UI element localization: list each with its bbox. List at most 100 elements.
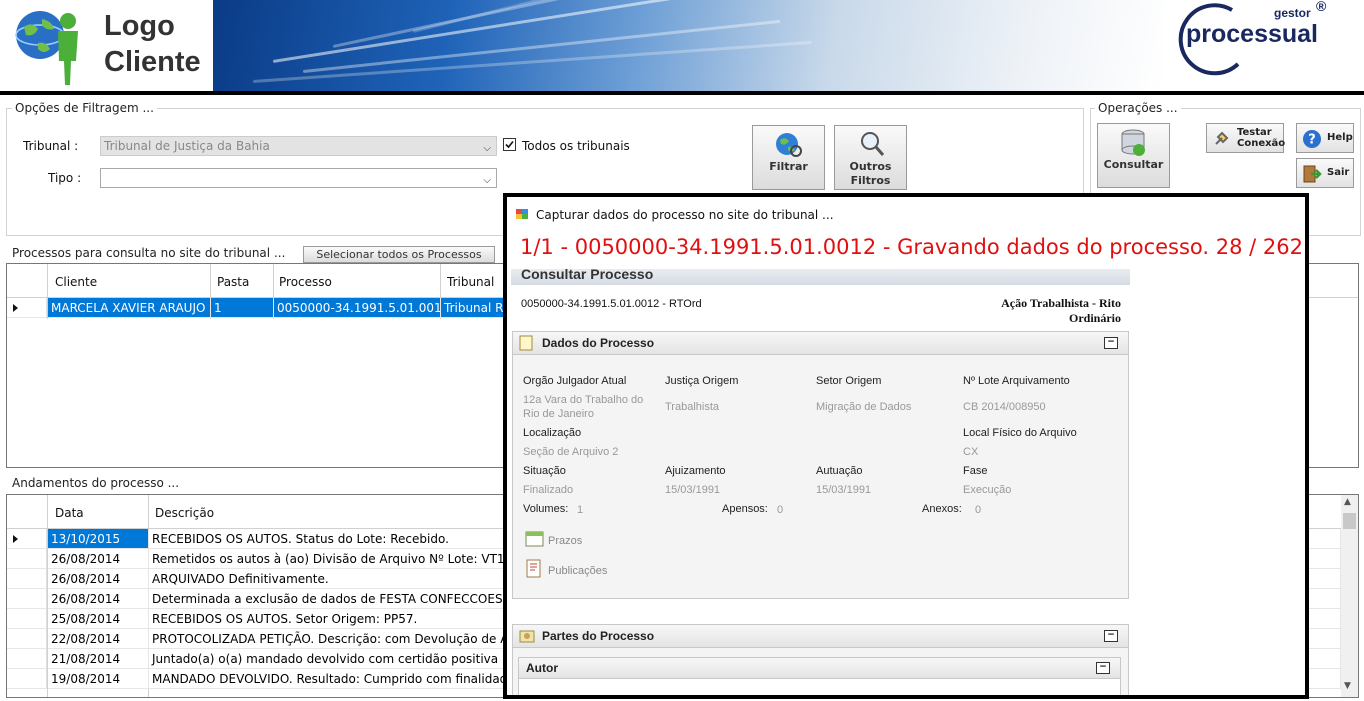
cell-data[interactable]: 26/08/2014	[48, 549, 149, 569]
row-header[interactable]	[7, 649, 47, 669]
processes-group-title: Processos para consulta no site do tribu…	[12, 246, 286, 260]
cell-cliente[interactable]: MARCELA XAVIER ARAUJO	[48, 298, 211, 318]
checkmark-icon	[505, 140, 514, 149]
cell-data[interactable]: 26/08/2014	[48, 589, 149, 609]
cell-data[interactable]: 19/08/2014	[48, 669, 149, 689]
row-header[interactable]	[7, 629, 47, 649]
consultar-button[interactable]: Consultar	[1097, 123, 1170, 188]
process-reference: 0050000-34.1991.5.01.0012 - RTOrd	[521, 298, 702, 310]
row-header[interactable]	[7, 529, 47, 549]
row-header[interactable]	[7, 609, 47, 629]
partes-section-header[interactable]: Partes do Processo −	[512, 624, 1129, 648]
select-all-processes-button[interactable]: Selecionar todos os Processos	[303, 246, 495, 263]
cell-processo[interactable]: 0050000-34.1991.5.01.0012	[274, 298, 441, 318]
brand-name: processual	[1186, 20, 1319, 48]
row-header[interactable]	[7, 669, 47, 689]
scroll-up-icon[interactable]: ▲	[1344, 497, 1351, 507]
orgao-label: Orgão Julgador Atual	[523, 375, 627, 387]
row-header[interactable]	[7, 298, 47, 318]
row-header[interactable]	[7, 549, 47, 569]
action-type-line1: Ação Trabalhista - Rito	[1001, 296, 1121, 310]
test-connection-button[interactable]: Testar Conexão	[1206, 123, 1286, 153]
tribunal-label: Tribunal :	[23, 139, 79, 153]
all-tribunals-label: Todos os tribunais	[522, 139, 630, 153]
all-tribunals-checkbox[interactable]	[503, 138, 516, 151]
cell-pasta[interactable]: 1	[211, 298, 274, 318]
other-filters-button[interactable]: Outros Filtros	[834, 125, 907, 190]
column-header-descricao[interactable]: Descrição	[155, 506, 214, 520]
autor-section-title: Autor	[526, 661, 558, 675]
brand-small: gestor	[1274, 6, 1311, 20]
movements-group-title: Andamentos do processo ...	[12, 476, 180, 490]
other-filters-label-1: Outros	[849, 160, 892, 173]
tipo-label: Tipo :	[48, 171, 82, 185]
scroll-down-icon[interactable]: ▼	[1344, 681, 1351, 691]
column-header-data[interactable]: Data	[55, 506, 84, 520]
row-header[interactable]	[7, 569, 47, 589]
collapse-icon[interactable]: −	[1104, 630, 1118, 642]
autor-section-header[interactable]: Autor −	[518, 657, 1121, 679]
exit-button[interactable]: Sair	[1296, 158, 1354, 188]
help-button[interactable]: ? Help	[1296, 123, 1354, 153]
brand-logo: gestor ® processual	[1164, 0, 1364, 91]
situacao-label: Situação	[523, 465, 566, 477]
tribunal-select[interactable]: Tribunal de Justiça da Bahia ⌵	[100, 136, 497, 156]
dados-section-header[interactable]: Dados do Processo −	[512, 331, 1129, 355]
client-logo: Logo Cliente	[0, 0, 213, 91]
current-row-indicator-icon	[13, 535, 18, 543]
anexos-label: Anexos:	[922, 503, 962, 515]
fase-value: Execução	[963, 484, 1012, 496]
localizacao-value: Seção de Arquivo 2	[523, 446, 619, 458]
exit-door-icon	[1303, 165, 1322, 183]
lote-value: CB 2014/008950	[963, 401, 1046, 413]
collapse-icon[interactable]: −	[1096, 662, 1110, 674]
document-icon	[519, 335, 533, 351]
filter-button[interactable]: Filtrar	[752, 125, 825, 190]
filter-group-title: Opções de Filtragem ...	[12, 101, 157, 115]
column-header-cliente[interactable]: Cliente	[55, 275, 97, 289]
capture-dialog: Capturar dados do processo no site do tr…	[503, 193, 1309, 699]
globe-person-icon	[15, 11, 78, 85]
cell-data[interactable]: 21/08/2014	[48, 649, 149, 669]
column-header-tribunal[interactable]: Tribunal	[447, 275, 494, 289]
client-logo-line1: Logo	[104, 10, 175, 42]
dialog-title: Capturar dados do processo no site do tr…	[536, 208, 834, 222]
window-app-icon	[516, 209, 528, 219]
test-connection-label-2: Conexão	[1237, 138, 1286, 149]
setor-value: Migração de Dados	[816, 401, 912, 413]
column-header-processo[interactable]: Processo	[279, 275, 332, 289]
cell-data[interactable]: 22/08/2014	[48, 629, 149, 649]
cell-data[interactable]: 26/08/2014	[48, 569, 149, 589]
ajuizamento-value: 15/03/1991	[665, 484, 721, 496]
tipo-select[interactable]: ⌵	[100, 168, 497, 188]
people-icon	[519, 630, 535, 643]
row-header[interactable]	[7, 589, 47, 609]
cell-data[interactable]: 25/08/2014	[48, 609, 149, 629]
prazos-link[interactable]: Prazos	[548, 534, 582, 548]
page-heading: Consultar Processo	[521, 269, 654, 282]
movements-scrollbar[interactable]: ▲ ▼	[1341, 495, 1358, 697]
local-fisico-value: CX	[963, 446, 979, 458]
partes-section-title: Partes do Processo	[542, 629, 655, 643]
calendar-icon	[525, 531, 544, 547]
autuacao-value: 15/03/1991	[816, 484, 872, 496]
database-icon	[1121, 129, 1145, 156]
setor-label: Setor Origem	[816, 375, 882, 387]
consultar-label: Consultar	[1103, 158, 1164, 171]
cell-tribunal[interactable]: Tribunal Re	[441, 298, 511, 318]
collapse-icon[interactable]: −	[1104, 337, 1118, 349]
header-banner	[213, 0, 1164, 91]
publicacoes-link[interactable]: Publicações	[548, 564, 607, 578]
status-message: 1/1 - 0050000-34.1991.5.01.0012 - Gravan…	[520, 235, 1303, 259]
help-icon: ?	[1303, 130, 1321, 148]
justica-value: Trabalhista	[665, 401, 720, 413]
scrollbar-thumb[interactable]	[1343, 513, 1356, 529]
dados-section-title: Dados do Processo	[542, 336, 655, 350]
plug-icon	[1215, 131, 1229, 145]
action-type-line2: Ordinário	[1068, 311, 1121, 325]
app-header: Logo Cliente gestor ® processual	[0, 0, 1364, 91]
autor-content	[518, 679, 1121, 695]
column-header-pasta[interactable]: Pasta	[217, 275, 249, 289]
lote-label: Nº Lote Arquivamento	[963, 375, 1070, 387]
cell-data[interactable]: 13/10/2015	[48, 529, 149, 549]
